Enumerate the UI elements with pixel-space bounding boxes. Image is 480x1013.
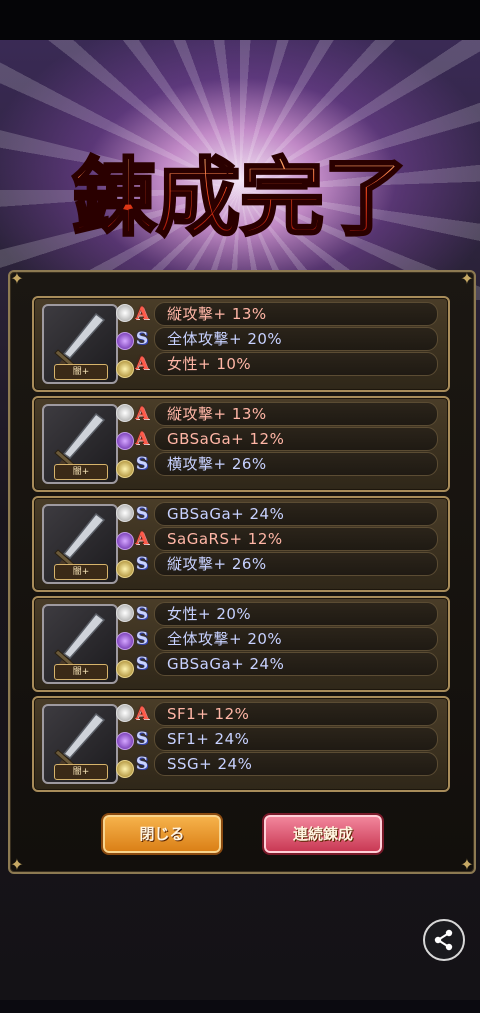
corner-ornament-icon: ✦ (460, 269, 474, 288)
rank-a-icon: A (135, 404, 149, 424)
rank-s-icon: S (135, 754, 149, 774)
ability-row: A SF1+ 12% (135, 702, 438, 726)
ability-text: 横攻撃+ 26% (167, 455, 267, 473)
rank-s-icon: S (135, 454, 149, 474)
ability-row: A SaGaRS+ 12% (135, 527, 438, 551)
ability-row: S 全体攻撃+ 20% (136, 627, 438, 651)
ability-text: GBSaGa+ 24% (167, 505, 285, 523)
purple-gem-slot-icon (116, 632, 134, 650)
ability-text: 女性+ 20% (167, 605, 252, 623)
ability-row: S 女性+ 20% (136, 602, 438, 626)
weapon-thumbnail: 闇+ (42, 704, 118, 784)
white-gem-slot-icon (116, 504, 134, 522)
ability-row: S SF1+ 24% (136, 727, 438, 751)
weapon-grade-label: 闇+ (54, 664, 108, 680)
rank-a-icon: A (135, 704, 149, 724)
ability-text: 女性+ 10% (167, 355, 252, 373)
ability-text: 縦攻撃+ 13% (167, 405, 267, 423)
ability-row: S 縦攻撃+ 26% (136, 552, 438, 576)
purple-gem-slot-icon (116, 532, 134, 550)
weapon-grade-label: 闇+ (54, 464, 108, 480)
share-icon (434, 929, 453, 951)
title-banner: 錬成完了 (70, 147, 409, 249)
yellow-gem-slot-icon (116, 760, 134, 778)
yellow-gem-slot-icon (116, 460, 134, 478)
continue-refine-button[interactable]: 連続錬成 (262, 813, 384, 855)
ability-row: A 縦攻撃+ 13% (135, 302, 438, 326)
status-bar (0, 0, 480, 40)
white-gem-slot-icon (116, 404, 134, 422)
purple-gem-slot-icon (116, 432, 134, 450)
ability-text: 全体攻撃+ 20% (167, 330, 283, 348)
ability-row: A GBSaGa+ 12% (135, 427, 438, 451)
rank-a-icon: A (135, 529, 149, 549)
ability-row: S 横攻撃+ 26% (136, 452, 438, 476)
ability-text: SF1+ 24% (167, 730, 250, 748)
yellow-gem-slot-icon (116, 660, 134, 678)
refine-result-card: 闇+ S 女性+ 20% S 全体攻撃+ 20% S GBSaGa+ 24% (32, 596, 450, 692)
corner-ornament-icon: ✦ (10, 855, 24, 874)
weapon-grade-label: 闇+ (54, 764, 108, 780)
title-text: 錬成完了 (72, 148, 408, 247)
white-gem-slot-icon (116, 304, 134, 322)
share-button[interactable] (423, 919, 465, 961)
rank-s-icon: S (135, 604, 149, 624)
ability-text: 縦攻撃+ 26% (167, 555, 267, 573)
page-title: 錬成完了 (40, 135, 440, 255)
rank-a-icon: A (135, 429, 149, 449)
ability-text: GBSaGa+ 24% (167, 655, 285, 673)
ability-row: A 縦攻撃+ 13% (135, 402, 438, 426)
refine-result-card: 闇+ A SF1+ 12% S SF1+ 24% S SSG+ 24% (32, 696, 450, 792)
rank-s-icon: S (135, 629, 149, 649)
ability-row: S GBSaGa+ 24% (136, 502, 438, 526)
white-gem-slot-icon (116, 604, 134, 622)
ability-text: SF1+ 12% (167, 705, 250, 723)
weapon-thumbnail: 闇+ (42, 604, 118, 684)
ability-row: S 全体攻撃+ 20% (136, 327, 438, 351)
corner-ornament-icon: ✦ (460, 855, 474, 874)
ability-row: S SSG+ 24% (136, 752, 438, 776)
weapon-thumbnail: 闇+ (42, 404, 118, 484)
refine-result-card: 闇+ A 縦攻撃+ 13% A GBSaGa+ 12% S 横攻撃+ 26% (32, 396, 450, 492)
yellow-gem-slot-icon (116, 360, 134, 378)
yellow-gem-slot-icon (116, 560, 134, 578)
ability-text: SSG+ 24% (167, 755, 253, 773)
ability-row: A 女性+ 10% (135, 352, 438, 376)
ability-text: 全体攻撃+ 20% (167, 630, 283, 648)
ability-row: S GBSaGa+ 24% (136, 652, 438, 676)
purple-gem-slot-icon (116, 732, 134, 750)
close-button[interactable]: 閉じる (101, 813, 223, 855)
purple-gem-slot-icon (116, 332, 134, 350)
rank-a-icon: A (135, 304, 149, 324)
rank-s-icon: S (135, 554, 149, 574)
corner-ornament-icon: ✦ (10, 269, 24, 288)
rank-s-icon: S (135, 329, 149, 349)
rank-s-icon: S (135, 654, 149, 674)
rank-s-icon: S (135, 729, 149, 749)
weapon-thumbnail: 闇+ (42, 504, 118, 584)
weapon-grade-label: 闇+ (54, 364, 108, 380)
ability-text: 縦攻撃+ 13% (167, 305, 267, 323)
refine-result-card: 闇+ S GBSaGa+ 24% A SaGaRS+ 12% S 縦攻撃+ 26% (32, 496, 450, 592)
rank-a-icon: A (135, 354, 149, 374)
rank-s-icon: S (135, 504, 149, 524)
ability-text: GBSaGa+ 12% (167, 430, 285, 448)
weapon-thumbnail: 闇+ (42, 304, 118, 384)
white-gem-slot-icon (116, 704, 134, 722)
weapon-grade-label: 闇+ (54, 564, 108, 580)
refine-result-card: 闇+ A 縦攻撃+ 13% S 全体攻撃+ 20% A 女性+ 10% (32, 296, 450, 392)
ability-text: SaGaRS+ 12% (167, 530, 283, 548)
